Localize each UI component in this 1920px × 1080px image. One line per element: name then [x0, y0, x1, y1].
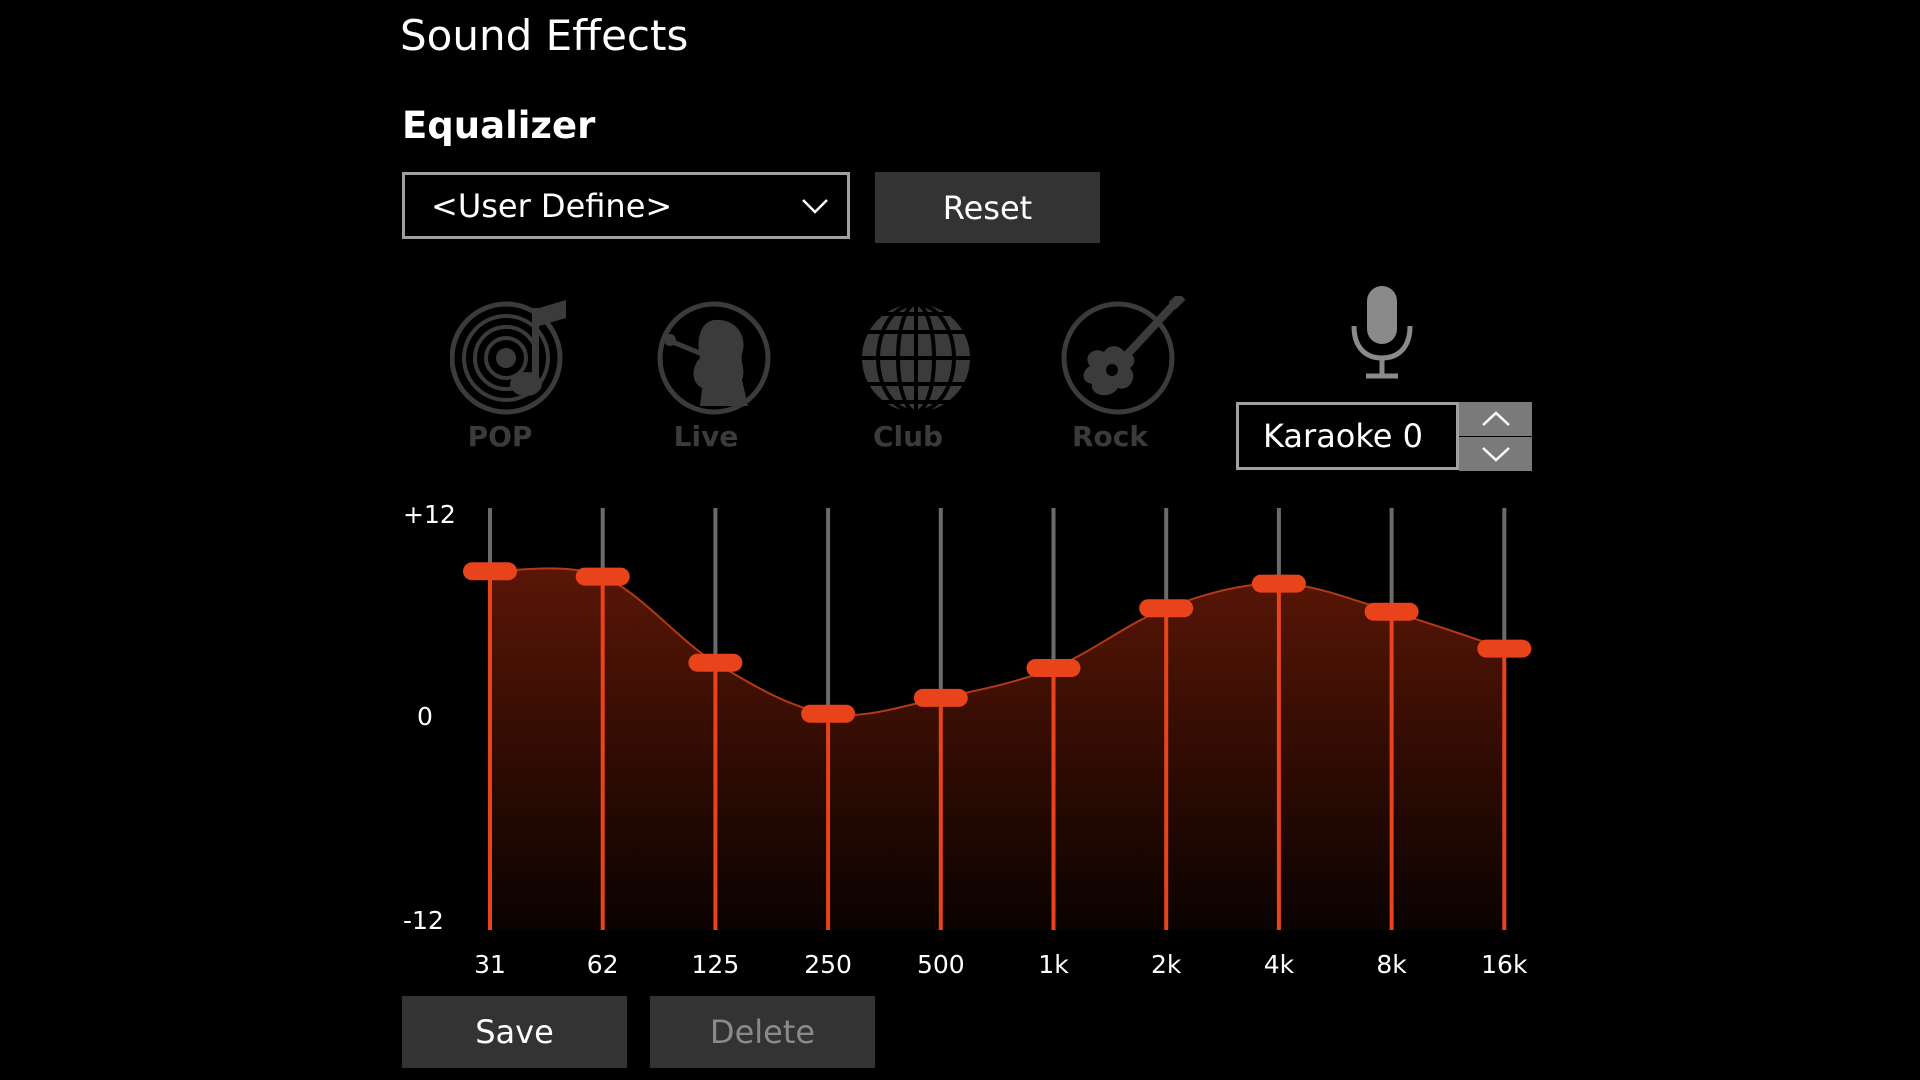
eq-band-label-62: 62: [586, 950, 619, 979]
eq-band-thumb[interactable]: [463, 562, 517, 581]
eq-band-label-4k: 4k: [1263, 950, 1295, 979]
eq-band-label-31: 31: [474, 950, 506, 979]
eq-band-thumb[interactable]: [913, 688, 968, 707]
equalizer-curve-area: [490, 568, 1505, 930]
eq-band-thumb[interactable]: [1477, 639, 1532, 658]
eq-band-label-16k: 16k: [1481, 950, 1528, 979]
eq-band-thumb[interactable]: [1026, 659, 1081, 678]
delete-button[interactable]: Delete: [650, 996, 875, 1068]
equalizer-graph: [463, 508, 1532, 930]
eq-band-label-250: 250: [804, 950, 852, 979]
eq-band-label-8k: 8k: [1376, 950, 1407, 979]
eq-band-thumb[interactable]: [575, 567, 630, 586]
eq-band-label-1k: 1k: [1038, 950, 1069, 979]
save-button[interactable]: Save: [402, 996, 627, 1068]
eq-band-label-2k: 2k: [1150, 950, 1182, 979]
eq-band-label-125: 125: [691, 950, 740, 979]
eq-band-thumb[interactable]: [801, 704, 856, 723]
eq-band-label-500: 500: [916, 950, 965, 979]
eq-band-thumb[interactable]: [1139, 599, 1194, 618]
eq-band-thumb[interactable]: [1251, 574, 1306, 593]
eq-band-thumb[interactable]: [688, 653, 743, 672]
eq-band-thumb[interactable]: [1364, 602, 1419, 621]
